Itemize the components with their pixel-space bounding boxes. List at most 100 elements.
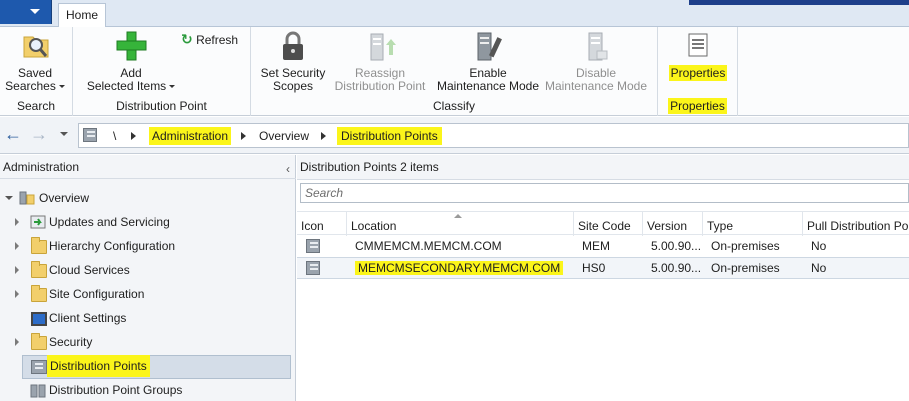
- refresh-icon: ↻: [181, 31, 193, 47]
- add-label-2: Selected Items: [86, 79, 167, 93]
- breadcrumb-administration[interactable]: Administration: [149, 127, 232, 145]
- tree-item-distribution-points[interactable]: Distribution Points: [47, 355, 150, 377]
- server-icon: [579, 29, 613, 63]
- enable-maintenance-mode-button[interactable]: Enable Maintenance Mode: [435, 29, 541, 93]
- monitor-icon: [31, 312, 47, 326]
- folder-icon: [31, 285, 47, 302]
- results-pane: Distribution Points 2 items Search Icon …: [297, 155, 909, 401]
- tree-item-cloud-services[interactable]: Cloud Services: [49, 259, 130, 281]
- tree-item-distribution-point-groups[interactable]: Distribution Point Groups: [49, 379, 182, 401]
- saved-searches-icon: [18, 29, 52, 63]
- ribbon-group-properties: Properties Properties: [658, 27, 738, 116]
- folder-icon: [31, 237, 47, 254]
- properties-group-label: Properties: [668, 98, 727, 114]
- tree-item-security[interactable]: Security: [49, 331, 92, 353]
- cell-site-code: HS0: [582, 261, 606, 275]
- breadcrumb-root[interactable]: \: [113, 127, 116, 145]
- tree-expander-icon[interactable]: [15, 290, 19, 298]
- cell-version: 5.00.90...: [651, 239, 702, 253]
- cell-version: 5.00.90...: [651, 261, 702, 275]
- ribbon-group-classify: Set Security Scopes Reassign Distributio…: [251, 27, 658, 116]
- navigation-pane: Administration ‹ Overview Updates and Se…: [0, 155, 296, 401]
- breadcrumb-separator-icon[interactable]: [131, 132, 136, 140]
- folder-icon: [31, 333, 47, 350]
- results-header: Distribution Points 2 items: [297, 155, 909, 180]
- column-header-type[interactable]: Type: [703, 212, 803, 236]
- chevron-down-icon: [30, 9, 40, 14]
- navigation-pane-title: Administration ‹: [0, 155, 296, 179]
- lock-icon: [276, 29, 310, 63]
- tree-item-client-settings[interactable]: Client Settings: [49, 307, 126, 329]
- table-row[interactable]: CMMEMCM.MEMCM.COM MEM 5.00.90... On-prem…: [297, 235, 909, 257]
- app-menu-button[interactable]: [0, 0, 52, 24]
- tree-item-site-configuration[interactable]: Site Configuration: [49, 283, 144, 305]
- cell-location: CMMEMCM.MEMCM.COM: [355, 239, 502, 253]
- server-icon: [306, 261, 320, 275]
- search-input[interactable]: Search: [300, 183, 909, 203]
- dropdown-caret-icon: [58, 85, 65, 89]
- reassign-label-2: Distribution Point: [334, 79, 426, 93]
- tree-expander-icon[interactable]: [15, 338, 19, 346]
- grid-header: Icon Location Site Code Version Type Pul…: [297, 211, 909, 236]
- cell-location: MEMCMSECONDARY.MEMCM.COM: [355, 261, 564, 275]
- column-header-pull-distribution-point[interactable]: Pull Distribution Point: [803, 212, 909, 236]
- add-selected-items-button[interactable]: Add Selected Items: [81, 29, 181, 93]
- cell-location-wrap: MEMCMSECONDARY.MEMCM.COM: [351, 257, 571, 279]
- server-icon: [306, 239, 320, 253]
- tree-item-updates-and-servicing[interactable]: Updates and Servicing: [49, 211, 170, 233]
- disable-label-2: Maintenance Mode: [544, 79, 648, 93]
- sort-ascending-icon: [454, 214, 462, 218]
- table-row[interactable]: MEMCMSECONDARY.MEMCM.COM HS0 5.00.90... …: [297, 257, 909, 279]
- collapse-pane-icon[interactable]: ‹: [286, 157, 290, 181]
- server-icon: [31, 360, 47, 374]
- saved-searches-label-2: Searches: [5, 79, 56, 93]
- tab-home[interactable]: Home: [58, 3, 106, 28]
- column-header-site-code[interactable]: Site Code: [574, 212, 643, 236]
- breadcrumb: \ Administration Overview Distribution P…: [78, 123, 909, 148]
- set-security-scopes-button[interactable]: Set Security Scopes: [257, 29, 329, 93]
- forward-button[interactable]: →: [30, 125, 48, 143]
- cell-type: On-premises: [711, 239, 780, 253]
- dropdown-caret-icon: [169, 85, 176, 89]
- site-hierarchy-icon: [83, 128, 97, 142]
- tree-expander-icon[interactable]: [15, 266, 19, 274]
- cell-pull: No: [811, 239, 827, 253]
- tree-expander-icon[interactable]: [15, 242, 19, 250]
- column-header-version[interactable]: Version: [643, 212, 703, 236]
- history-dropdown-icon[interactable]: [60, 132, 68, 136]
- column-header-icon[interactable]: Icon: [297, 212, 347, 236]
- add-icon: [114, 29, 148, 63]
- nav-title: Administration: [3, 160, 80, 174]
- address-bar: ← → \ Administration Overview Distributi…: [0, 117, 909, 154]
- results-count: 2 items: [400, 160, 439, 174]
- cell-pull: No: [811, 261, 827, 275]
- ribbon-group-label: Distribution Point: [116, 99, 207, 113]
- tree-item-overview[interactable]: Overview: [39, 187, 89, 209]
- cell-site-code: MEM: [582, 239, 610, 253]
- back-button[interactable]: ←: [4, 125, 22, 143]
- cell-type: On-premises: [711, 261, 780, 275]
- saved-searches-button[interactable]: Saved Searches: [4, 29, 66, 93]
- breadcrumb-separator-icon[interactable]: [321, 132, 326, 140]
- tree-expander-icon[interactable]: [5, 196, 13, 200]
- reassign-distribution-point-button[interactable]: Reassign Distribution Point: [331, 29, 429, 93]
- breadcrumb-overview[interactable]: Overview: [259, 127, 309, 145]
- tree-item-hierarchy-configuration[interactable]: Hierarchy Configuration: [49, 235, 175, 257]
- ribbon-group-distribution-point: Add Selected Items ↻ Refresh Distributio…: [73, 27, 251, 116]
- breadcrumb-separator-icon[interactable]: [241, 132, 246, 140]
- properties-label: Properties: [668, 65, 728, 81]
- security-label-2: Scopes: [272, 79, 314, 93]
- refresh-button[interactable]: ↻ Refresh: [181, 31, 238, 47]
- title-accent-bar: [689, 0, 909, 5]
- enable-label-2: Maintenance Mode: [436, 79, 540, 93]
- folder-icon: [31, 261, 47, 278]
- ribbon-group-label: Search: [16, 99, 56, 113]
- properties-button[interactable]: Properties: [668, 29, 728, 81]
- server-arrow-icon: [363, 29, 397, 63]
- disable-maintenance-mode-button[interactable]: Disable Maintenance Mode: [543, 29, 649, 93]
- ribbon-group-label-wrap: Properties: [658, 98, 737, 114]
- ribbon-tab-strip: Home: [0, 0, 909, 28]
- breadcrumb-distribution-points[interactable]: Distribution Points: [337, 127, 442, 145]
- ribbon-group-search: Saved Searches Search: [0, 27, 73, 116]
- tree-expander-icon[interactable]: [15, 218, 19, 226]
